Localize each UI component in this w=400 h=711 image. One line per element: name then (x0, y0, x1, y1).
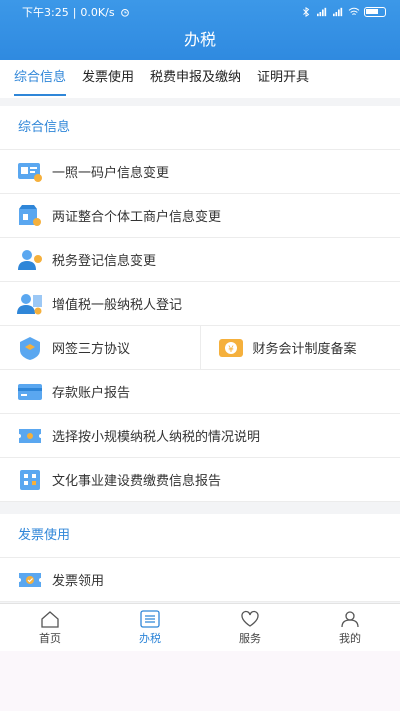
category-tabs: 综合信息 发票使用 税费申报及缴纳 证明开具 (0, 60, 400, 98)
nav-mine[interactable]: 我的 (300, 604, 400, 651)
section-invoice: 发票使用 发票领用 (0, 514, 400, 602)
signal-icon (317, 7, 327, 17)
list-item-small-scale-statement[interactable]: 选择按小规模纳税人纳税的情况说明 (0, 414, 400, 458)
status-time: 下午3:25 (22, 6, 69, 19)
list-item-tax-reg-change[interactable]: 税务登记信息变更 (0, 238, 400, 282)
wifi-icon (348, 7, 360, 15)
section-general-info: 综合信息 一照一码户信息变更 两证整合个体工商户信息变更 税务登记信息变更 增值… (0, 106, 400, 502)
alarm-icon (120, 9, 129, 17)
user-lightbulb-icon (18, 249, 42, 270)
list-item-culture-fee-report[interactable]: 文化事业建设费缴费信息报告 (0, 458, 400, 502)
building-icon (20, 469, 40, 490)
app-header: 下午3:25 | 0.0K/s 办税 (0, 0, 400, 60)
bank-card-icon (18, 383, 42, 400)
shield-box-icon (20, 336, 40, 360)
nav-home[interactable]: 首页 (0, 604, 100, 651)
list-item-tripartite-agreement[interactable]: 网签三方协议 (0, 326, 200, 370)
yuan-icon: ¥ (218, 338, 243, 357)
bottom-navigation: 首页 办税 服务 我的 (0, 603, 400, 651)
nav-service[interactable]: 服务 (200, 604, 300, 651)
list-item-deposit-account[interactable]: 存款账户报告 (0, 370, 400, 414)
tab-invoice-use[interactable]: 发票使用 (82, 60, 134, 98)
tab-certificate[interactable]: 证明开具 (257, 60, 309, 98)
tab-general-info[interactable]: 综合信息 (14, 60, 67, 98)
bluetooth-icon (303, 7, 310, 17)
signal-icon-2 (333, 7, 343, 17)
list-row-split: 网签三方协议 ¥ 财务会计制度备案 (0, 325, 400, 370)
status-bar: 下午3:25 | 0.0K/s (0, 0, 400, 24)
list-item-license-change[interactable]: 一照一码户信息变更 (0, 150, 400, 194)
battery-icon (364, 7, 386, 17)
user-icon (341, 610, 359, 627)
nav-tax[interactable]: 办税 (100, 604, 200, 651)
bottom-safe-area (0, 651, 400, 711)
home-icon (41, 610, 59, 628)
tab-tax-declaration[interactable]: 税费申报及缴纳 (150, 60, 241, 98)
ticket-icon (19, 428, 41, 443)
status-speed: 0.0K/s (80, 5, 115, 19)
section-title: 综合信息 (0, 106, 400, 150)
list-item-two-cert-change[interactable]: 两证整合个体工商户信息变更 (0, 194, 400, 238)
list-item-vat-registration[interactable]: 增值税一般纳税人登记 (0, 282, 400, 326)
svg-text:¥: ¥ (228, 345, 234, 355)
ticket-check-icon (19, 572, 41, 587)
list-icon (140, 609, 160, 628)
list-item-invoice-claim[interactable]: 发票领用 (0, 558, 400, 602)
list-item-accounting-filing[interactable]: ¥ 财务会计制度备案 (199, 325, 400, 370)
user-document-icon (17, 293, 42, 314)
status-separator: | (72, 5, 77, 19)
section-title: 发票使用 (0, 514, 400, 558)
id-card-icon (18, 162, 42, 182)
shop-icon (19, 204, 41, 226)
heart-icon (241, 610, 259, 627)
page-title: 办税 (183, 30, 216, 49)
